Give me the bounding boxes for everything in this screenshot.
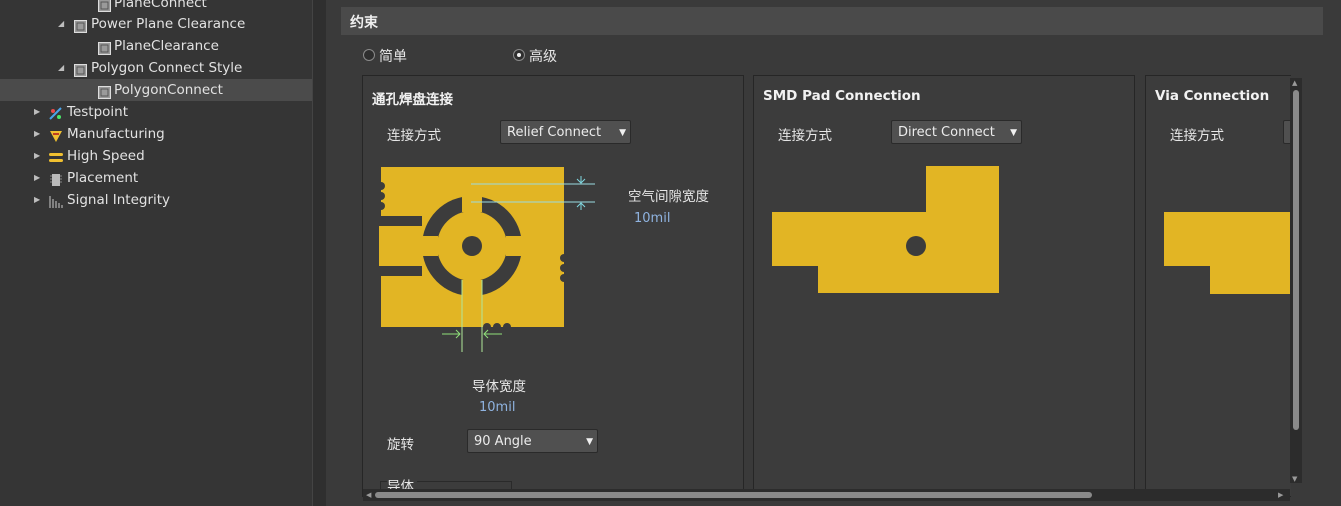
manufacturing-icon [49,128,62,142]
tree-item-signal-integrity[interactable]: ▶ Signal Integrity [0,189,312,211]
connect-style-select[interactable]: Relief Connect ▼ [500,120,631,144]
tree-item-label: High Speed [67,148,145,164]
mode-simple-radio[interactable] [363,49,375,61]
tree-item-label: Polygon Connect Style [91,60,243,76]
rule-icon [98,40,111,55]
collapsed-arrow-icon[interactable]: ▶ [34,189,40,211]
through-hole-panel: 通孔焊盘连接 连接方式 Relief Connect ▼ 空气间隙宽度 10mi… [362,75,744,497]
mode-simple-label[interactable]: 简单 [379,46,407,66]
smd-pad-panel: SMD Pad Connection 连接方式 Direct Connect ▼ [753,75,1135,497]
tree-item-label: Signal Integrity [67,192,171,208]
tree-item-label: PlaneConnect [114,0,207,11]
tree-item-label: Power Plane Clearance [91,16,246,32]
mode-advanced-label[interactable]: 高级 [529,46,557,66]
mode-advanced-radio[interactable] [513,49,525,61]
vertical-scroll-thumb[interactable] [1293,90,1299,430]
testpoint-icon [49,106,62,120]
conductor-width-label: 导体宽度 [472,379,526,395]
tree-item-label: PolygonConnect [114,82,223,98]
tree-item-polygon-connect-style[interactable]: ◢ Polygon Connect Style [0,57,312,79]
tree-item-planeclearance[interactable]: PlaneClearance [0,35,312,57]
constraints-header: 约束 [341,7,1323,35]
tree-item-placement[interactable]: ▶ Placement [0,167,312,189]
through-hole-title: 通孔焊盘连接 [372,92,453,108]
smd-connect-style-value: Direct Connect [898,125,995,140]
conductor-width-value[interactable]: 10mil [479,400,515,415]
smd-title: SMD Pad Connection [763,88,921,104]
tree-item-polygonconnect[interactable]: PolygonConnect [0,79,312,101]
scroll-left-icon[interactable]: ◀ [366,491,371,499]
tree-item-power-plane-clearance[interactable]: ◢ Power Plane Clearance [0,13,312,35]
collapsed-arrow-icon[interactable]: ▶ [34,101,40,123]
collapsed-arrow-icon[interactable]: ▶ [34,145,40,167]
rotation-select[interactable]: 90 Angle ▼ [467,429,598,453]
air-gap-value[interactable]: 10mil [634,211,670,226]
collapsed-arrow-icon[interactable]: ▶ [34,167,40,189]
placement-icon [49,172,62,186]
expanded-arrow-icon[interactable]: ◢ [58,13,64,35]
tree-item-label: Placement [67,170,139,186]
expanded-arrow-icon[interactable]: ◢ [58,57,64,79]
rule-tree: PlaneConnect ◢ Power Plane Clearance Pla… [0,0,312,506]
connect-style-label: 连接方式 [778,128,832,144]
tree-item-planeconnect[interactable]: PlaneConnect [0,0,312,14]
connect-style-label: 连接方式 [1170,128,1224,144]
constraints-title: 约束 [350,15,378,31]
rule-icon [98,84,111,99]
rule-group-icon [74,62,87,77]
collapsed-arrow-icon[interactable]: ▶ [34,123,40,145]
chevron-down-icon: ▼ [619,128,626,138]
high-speed-icon [49,150,63,163]
air-gap-label: 空气间隙宽度 [628,189,709,205]
scroll-down-icon[interactable]: ▼ [1292,475,1297,483]
rotation-value: 90 Angle [474,434,532,449]
splitter[interactable] [312,0,326,506]
tree-item-testpoint[interactable]: ▶ Testpoint [0,101,312,123]
via-panel: Via Connection 连接方式 [1145,75,1291,497]
rotation-label: 旋转 [387,437,414,453]
chevron-down-icon: ▼ [586,437,593,447]
tree-item-label: PlaneClearance [114,38,219,54]
rule-icon [98,0,111,12]
via-connect-diagram [1164,212,1291,294]
tree-item-high-speed[interactable]: ▶ High Speed [0,145,312,167]
smd-connect-style-select[interactable]: Direct Connect ▼ [891,120,1022,144]
scroll-up-icon[interactable]: ▲ [1292,79,1297,87]
rule-group-icon [74,18,87,33]
tree-item-manufacturing[interactable]: ▶ Manufacturing [0,123,312,145]
horizontal-scroll-thumb[interactable] [375,492,1092,498]
connect-style-label: 连接方式 [387,128,441,144]
tree-item-label: Testpoint [67,104,129,120]
signal-integrity-icon [49,194,63,208]
direct-connect-diagram [772,166,999,293]
connect-style-value: Relief Connect [507,125,602,140]
scroll-right-icon[interactable]: ▶ [1278,491,1283,499]
via-title: Via Connection [1155,88,1270,104]
chevron-down-icon: ▼ [1010,128,1017,138]
tree-item-label: Manufacturing [67,126,165,142]
